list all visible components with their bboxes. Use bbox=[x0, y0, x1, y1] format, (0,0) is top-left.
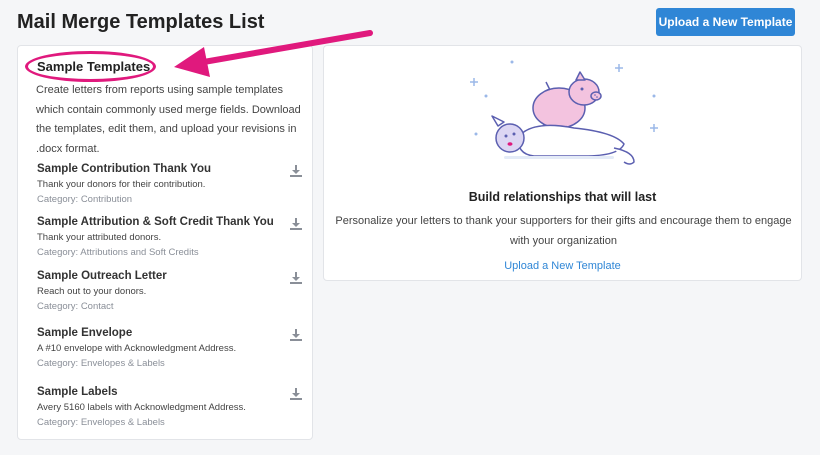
template-description: Reach out to your donors. bbox=[37, 286, 147, 297]
download-icon[interactable] bbox=[289, 328, 303, 342]
template-name: Sample Labels bbox=[37, 386, 118, 398]
empty-state-heading: Build relationships that will last bbox=[468, 190, 657, 204]
sample-templates-panel: Sample Templates Create letters from rep… bbox=[17, 45, 313, 440]
template-item-labels: Sample Labels Avery 5160 labels with Ack… bbox=[37, 385, 302, 429]
template-description: Thank your attributed donors. bbox=[37, 232, 162, 243]
template-name: Sample Attribution & Soft Credit Thank Y… bbox=[37, 216, 274, 228]
template-category: Category: Contact bbox=[37, 301, 114, 312]
sample-templates-heading: Sample Templates bbox=[37, 59, 151, 74]
template-category: Category: Envelopes & Labels bbox=[37, 417, 165, 428]
pets-illustration bbox=[470, 60, 658, 165]
upload-template-link[interactable]: Upload a New Template bbox=[324, 260, 801, 272]
template-item-attribution-soft-credit: Sample Attribution & Soft Credit Thank Y… bbox=[37, 215, 302, 259]
download-icon[interactable] bbox=[289, 217, 303, 231]
template-name: Sample Envelope bbox=[37, 327, 133, 339]
download-icon[interactable] bbox=[289, 164, 303, 178]
template-item-contribution-thank-you: Sample Contribution Thank You Thank your… bbox=[37, 162, 302, 206]
template-description: Avery 5160 labels with Acknowledgment Ad… bbox=[37, 402, 246, 413]
template-item-outreach-letter: Sample Outreach Letter Reach out to your… bbox=[37, 269, 302, 313]
sample-templates-description: Create letters from reports using sample… bbox=[36, 84, 301, 155]
download-icon[interactable] bbox=[289, 387, 303, 401]
empty-state-panel: Build relationships that will last Perso… bbox=[323, 45, 802, 281]
template-category: Category: Envelopes & Labels bbox=[37, 358, 165, 369]
download-icon[interactable] bbox=[289, 271, 303, 285]
template-name: Sample Contribution Thank You bbox=[37, 163, 211, 175]
template-description: A #10 envelope with Acknowledgment Addre… bbox=[37, 343, 237, 354]
template-item-envelope: Sample Envelope A #10 envelope with Ackn… bbox=[37, 326, 302, 370]
template-category: Category: Contribution bbox=[37, 194, 133, 205]
template-description: Thank your donors for their contribution… bbox=[37, 179, 206, 190]
template-name: Sample Outreach Letter bbox=[37, 270, 167, 282]
empty-state-body: Personalize your letters to thank your s… bbox=[335, 215, 792, 247]
arrow-icon bbox=[174, 30, 373, 77]
template-category: Category: Attributions and Soft Credits bbox=[37, 247, 199, 258]
upload-template-button[interactable]: Upload a New Template bbox=[656, 8, 795, 36]
